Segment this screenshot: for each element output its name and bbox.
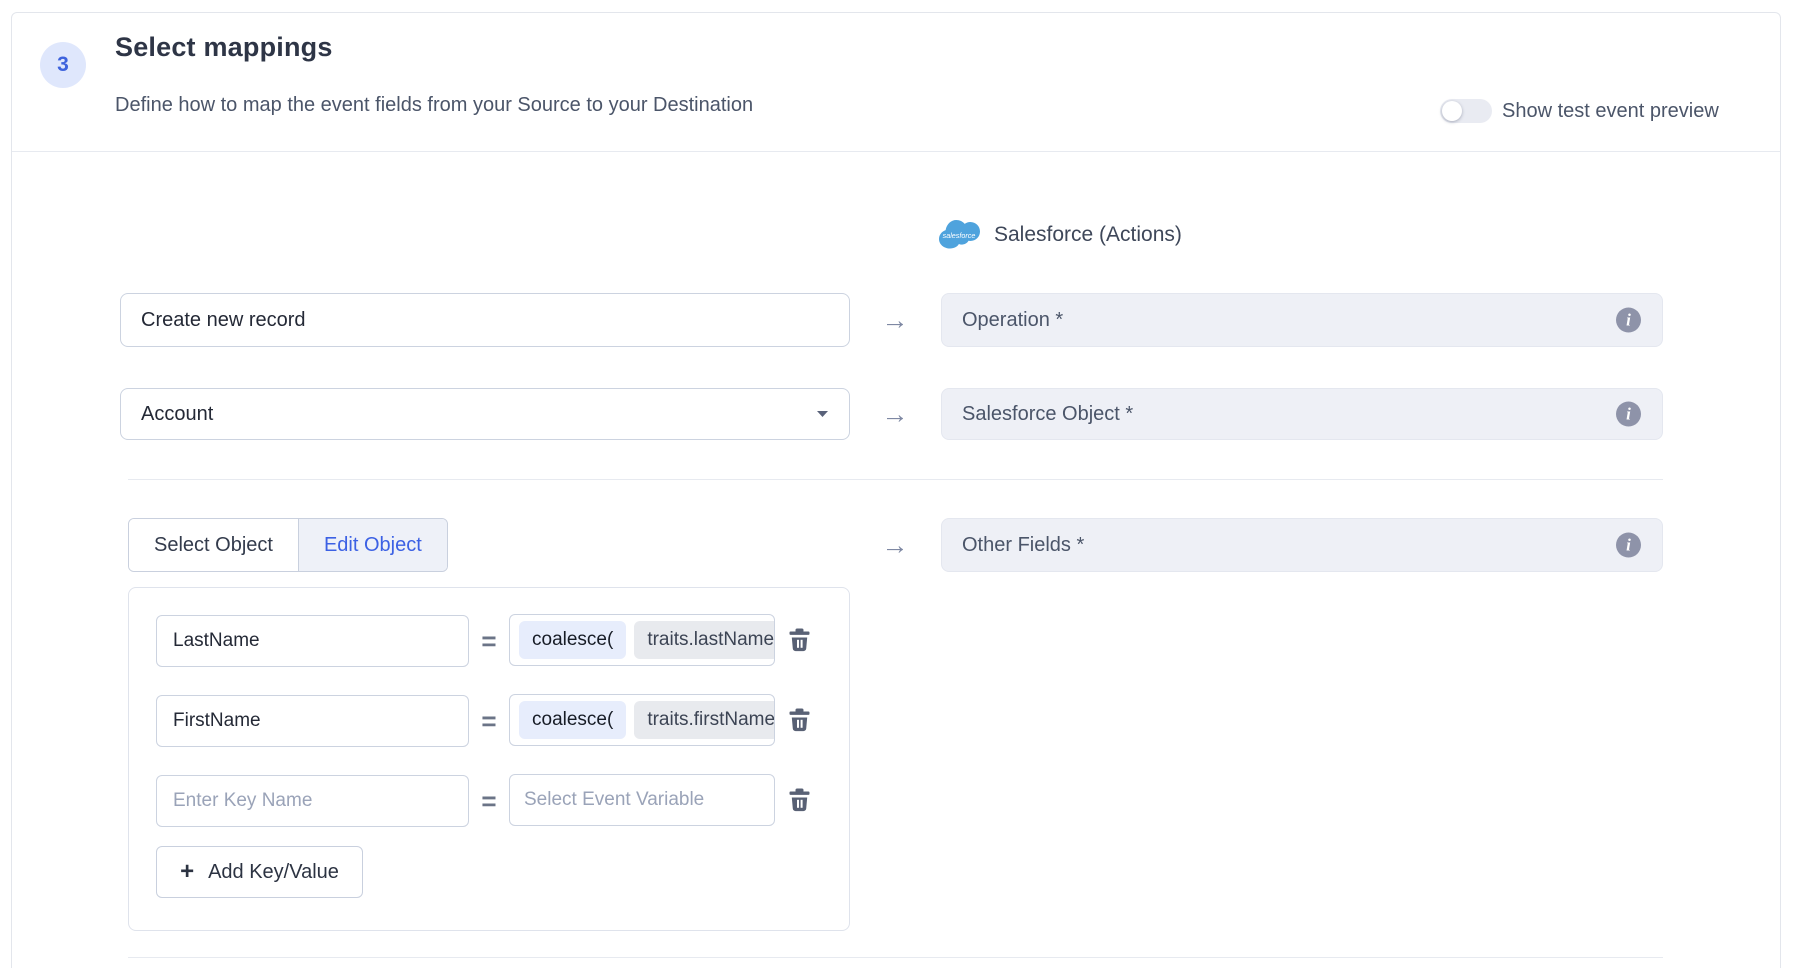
info-icon[interactable]: i [1616,402,1641,427]
equals-sign: = [471,615,507,667]
operation-source-input[interactable]: Create new record [120,293,850,347]
tab-edit-object[interactable]: Edit Object [299,519,447,571]
delete-row-button[interactable] [784,774,814,826]
object-destination-field[interactable]: Salesforce Object * i [941,388,1663,440]
arrow-right-icon: → [872,388,918,440]
value-field[interactable]: coalesce( traits.firstName [509,694,775,746]
value-input[interactable] [509,774,775,826]
key-input[interactable] [156,615,469,667]
page-subtitle: Define how to map the event fields from … [115,94,753,117]
toggle-knob [1442,101,1462,121]
destination-name: Salesforce (Actions) [994,223,1182,247]
info-icon[interactable]: i [1616,308,1641,333]
mappings-page: 3 Select mappings Define how to map the … [0,0,1793,968]
trash-icon [788,788,811,812]
delete-row-button[interactable] [784,614,814,666]
equals-sign: = [471,695,507,747]
equals-sign: = [471,775,507,827]
key-input[interactable] [156,695,469,747]
object-mode-tabs: Select Object Edit Object [128,518,448,572]
delete-row-button[interactable] [784,694,814,746]
operation-source-value: Create new record [141,309,306,332]
trash-icon [788,708,811,732]
operation-destination-label: Operation * [962,309,1063,332]
salesforce-cloud-icon: salesforce [938,219,980,249]
add-key-value-label: Add Key/Value [208,861,339,884]
key-input[interactable] [156,775,469,827]
value-field[interactable]: coalesce( traits.lastName [509,614,775,666]
variable-chip[interactable]: traits.lastName [634,621,775,659]
section-divider [128,479,1663,480]
object-source-dropdown[interactable]: Account [120,388,850,440]
object-source-value: Account [141,403,213,426]
other-fields-label: Other Fields * [962,534,1084,557]
test-event-preview-label: Show test event preview [1502,100,1719,123]
step-number-badge: 3 [40,42,86,88]
trash-icon [788,628,811,652]
chevron-down-icon [816,410,829,418]
add-key-value-button[interactable]: + Add Key/Value [156,846,363,898]
arrow-right-icon: → [872,518,918,572]
section-divider [128,957,1663,958]
other-fields-destination-field[interactable]: Other Fields * i [941,518,1663,572]
tab-select-object[interactable]: Select Object [129,519,299,571]
svg-text:salesforce: salesforce [943,231,976,240]
operation-destination-field[interactable]: Operation * i [941,293,1663,347]
key-value-editor-panel: = coalesce( traits.lastName = coalesce( … [128,587,850,931]
page-title: Select mappings [115,32,333,63]
test-event-preview-toggle[interactable] [1440,99,1492,123]
info-icon[interactable]: i [1616,533,1641,558]
variable-chip[interactable]: traits.firstName [634,701,775,739]
function-chip[interactable]: coalesce( [519,621,626,659]
object-destination-label: Salesforce Object * [962,403,1133,426]
header-divider [12,151,1780,152]
function-chip[interactable]: coalesce( [519,701,626,739]
arrow-right-icon: → [872,293,918,347]
plus-icon: + [180,860,194,884]
